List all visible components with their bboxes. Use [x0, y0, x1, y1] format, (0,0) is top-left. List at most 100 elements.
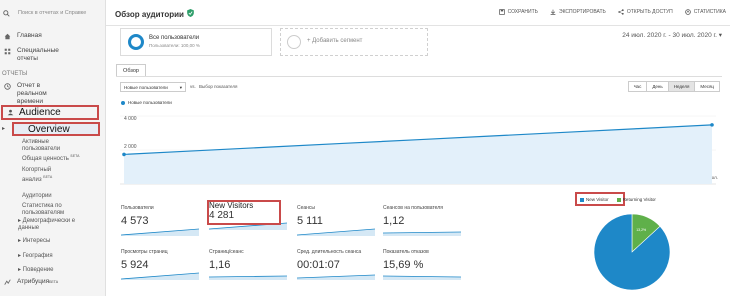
sidebar-subitem-demographics[interactable]: ▸ Демографически е данные — [18, 218, 83, 232]
clock-icon — [0, 82, 14, 90]
period-month-button[interactable]: Месяц — [695, 82, 719, 91]
date-range-picker[interactable]: 24 июл. 2020 г. - 30 июл. 2020 г. ▾ — [622, 31, 722, 39]
period-hour-button[interactable]: Час — [628, 82, 648, 91]
choose-metric-select[interactable]: Выбор показателя — [199, 84, 237, 89]
chevron-down-icon: ▾ — [179, 85, 182, 90]
sidebar-subitem-user-explorer[interactable]: Статистика по пользователям — [22, 203, 82, 217]
export-button[interactable]: ЭКСПОРТИРОВАТЬ — [550, 9, 606, 15]
page-title: Обзор аудитории — [115, 9, 194, 19]
sidebar-item-label: Главная — [17, 32, 42, 39]
metric-users[interactable]: Пользователи 4 573 — [121, 205, 205, 236]
sidebar-item-audience[interactable]: Audience — [1, 105, 99, 120]
segment-all-users[interactable]: Все пользователи Пользователи: 100,00 % — [120, 28, 272, 56]
sidebar-subitem-audiences[interactable]: Аудитории — [22, 193, 52, 200]
header-actions: СОХРАНИТЬ ЭКСПОРТИРОВАТЬ ОТКРЫТЬ ДОСТУП … — [498, 9, 726, 15]
period-week-button[interactable]: Неделя — [668, 82, 696, 91]
beta-badge: БЕТА — [49, 280, 59, 284]
sidebar-subitem-active-users[interactable]: Активные пользователи — [22, 139, 82, 153]
insights-button[interactable]: СТАТИСТИКА — [684, 9, 726, 15]
subitem-label: ▸ Поведение — [18, 267, 54, 273]
legend-label: Returning Visitor — [622, 197, 656, 202]
metric-select[interactable]: Новые пользователи ▾ — [120, 82, 186, 92]
sidebar-subitem-interests[interactable]: ▸ Интересы — [18, 238, 50, 245]
subitem-label: ▸ Демографически е данные — [18, 218, 76, 231]
metric-select-value: Новые пользователи — [124, 85, 168, 90]
metric-label: Сеансы — [297, 205, 316, 211]
reports-section-label: ОТЧЕТЫ — [2, 71, 28, 77]
metric-value: 1,12 — [383, 215, 405, 227]
search-placeholder: Поиск в отчетах и Справке — [18, 10, 87, 16]
share-button[interactable]: ОТКРЫТЬ ДОСТУП — [618, 9, 673, 15]
add-segment-label: + Добавить сегмент — [307, 38, 363, 44]
shield-check-icon — [187, 9, 194, 19]
sidebar-subitem-behavior[interactable]: ▸ Поведение — [18, 267, 54, 274]
save-label: СОХРАНИТЬ — [507, 9, 538, 15]
beta-badge: БЕТА — [70, 154, 80, 158]
vs-label: vs. — [190, 84, 196, 89]
metric-pages-per-session[interactable]: Страниц/сеанс 1,16 — [209, 249, 293, 280]
data-point[interactable] — [122, 152, 126, 157]
metric-value: 5 924 — [121, 259, 149, 271]
sidebar-item-home[interactable]: Главная — [0, 32, 106, 40]
legend-dot-icon — [121, 100, 125, 105]
collapse-arrow-icon: ▸ — [2, 126, 6, 132]
subitem-label: Общая ценность — [22, 156, 69, 162]
segment-subtitle: Пользователи: 100,00 % — [149, 43, 200, 48]
download-icon — [550, 9, 556, 15]
sidebar: Поиск в отчетах и Справке Главная Специа… — [0, 0, 106, 296]
sidebar-item-realtime[interactable]: Отчет в реальном времени — [0, 82, 106, 106]
share-label: ОТКРЫТЬ ДОСТУП — [626, 9, 673, 15]
metric-value: 5 111 — [297, 215, 323, 227]
add-segment-button[interactable]: + Добавить сегмент — [280, 28, 428, 56]
metric-sessions[interactable]: Сеансы 5 111 — [297, 205, 381, 236]
insights-label: СТАТИСТИКА — [693, 9, 726, 15]
subitem-label: Аудитории — [22, 193, 52, 199]
sidebar-item-label: Специальные отчеты — [17, 47, 59, 62]
report-header: Обзор аудитории СОХРАНИТЬ ЭКСПОРТИРОВАТЬ… — [106, 0, 730, 26]
metric-label: Сред. длительность сеанса — [297, 249, 362, 255]
subitem-label: ▸ Интересы — [18, 238, 51, 244]
metric-sessions-per-user[interactable]: Сеансов на пользователя 1,12 — [383, 205, 467, 236]
sidebar-subitem-lifetime-value[interactable]: Общая ценность БЕТА — [22, 153, 82, 163]
sidebar-subitem-cohort[interactable]: Когортный анализ БЕТА — [22, 167, 62, 184]
sparkline — [383, 231, 461, 236]
segment-placeholder-icon — [287, 35, 301, 49]
sidebar-item-label: Отчет в реальном времени — [17, 82, 47, 105]
metric-bounce-rate[interactable]: Показатель отказов 15,69 % — [383, 249, 467, 280]
sparkline — [297, 274, 375, 280]
pie-slice-label: 86,8% — [617, 292, 627, 294]
sidebar-search[interactable]: Поиск в отчетах и Справке — [3, 6, 103, 20]
sidebar-item-overview[interactable]: Overview — [12, 122, 100, 136]
search-icon — [3, 9, 10, 17]
metric-value: 1,16 — [209, 259, 231, 271]
sidebar-item-label: Атрибуция — [17, 278, 50, 285]
y-tick-label: 4 000 — [124, 116, 137, 122]
chart-legend: Новые пользователи — [121, 100, 172, 105]
sidebar-item-attribution[interactable]: Атрибуция БЕТА — [0, 278, 106, 286]
metric-avg-session-duration[interactable]: Сред. длительность сеанса 00:01:07 — [297, 249, 381, 280]
metric-value: 4 573 — [121, 215, 149, 227]
save-icon — [498, 9, 505, 15]
period-day-button[interactable]: День — [647, 82, 669, 91]
home-icon — [0, 32, 14, 40]
legend-swatch-icon — [580, 197, 584, 202]
metric-label: Страниц/сеанс — [209, 249, 244, 255]
page-title-text: Обзор аудитории — [115, 9, 184, 19]
sidebar-subitem-geo[interactable]: ▸ География — [18, 253, 53, 260]
sparkline — [297, 228, 375, 236]
sidebar-item-custom-reports[interactable]: Специальные отчеты — [0, 47, 106, 63]
pie-legend-new: New Visitor — [580, 197, 609, 202]
metric-value: 00:01:07 — [297, 259, 340, 271]
grid-icon — [0, 47, 14, 55]
metric-label: Пользователи — [121, 205, 154, 211]
save-button[interactable]: СОХРАНИТЬ — [498, 9, 538, 15]
share-icon — [618, 9, 624, 15]
metric-pageviews[interactable]: Просмотры страниц 5 924 — [121, 249, 205, 280]
pie-legend: New Visitor Returning Visitor — [580, 197, 656, 202]
data-point[interactable] — [710, 123, 714, 127]
sidebar-item-label: Audience — [19, 107, 61, 118]
legend-label: New Visitor — [586, 197, 609, 202]
sparkline — [383, 275, 461, 280]
y-tick-label: 2 000 — [124, 144, 137, 150]
sparkline — [121, 228, 199, 236]
